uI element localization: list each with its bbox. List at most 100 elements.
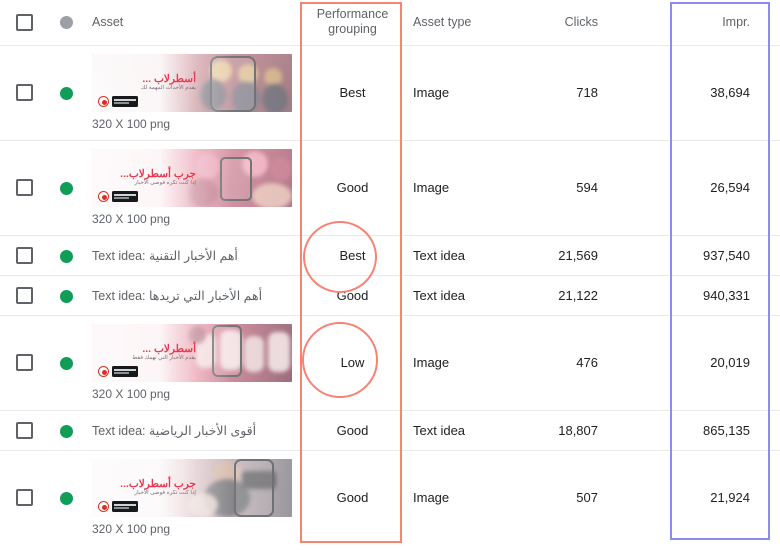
select-all-header: [0, 0, 48, 46]
row-checkbox[interactable]: [15, 84, 33, 102]
header-row: Asset Performance grouping Asset type Cl…: [0, 0, 780, 46]
asset-cell: أسطرلاب ... يقدم الأخبار التي تهمك فقط 3…: [84, 315, 300, 411]
text-idea-value: أهم الأخبار التي تريدها: [149, 288, 263, 303]
performance-grouping-cell: Best: [300, 235, 405, 276]
row-select-cell: [0, 315, 48, 411]
performance-grouping-cell: Good: [300, 410, 405, 451]
assets-table: Asset Performance grouping Asset type Cl…: [0, 0, 780, 545]
text-idea-prefix: Text idea:: [92, 423, 146, 438]
select-all-checkbox[interactable]: [15, 13, 33, 31]
asset-cell: جرب أسطرلاب... إذا كنت تكره فوضى الأخبار…: [84, 140, 300, 236]
asset-type-cell: Text idea: [405, 235, 510, 276]
row-status-cell: [48, 315, 84, 411]
row-select-cell: [0, 45, 48, 141]
asset-thumbnail[interactable]: جرب أسطرلاب... إذا كنت تكره فوضى الأخبار: [92, 459, 292, 518]
status-dot-icon: [59, 182, 73, 196]
column-header-asset-type[interactable]: Asset type: [405, 0, 510, 46]
column-header-asset[interactable]: Asset: [84, 0, 300, 46]
column-header-clicks[interactable]: Clicks: [510, 0, 620, 46]
clicks-cell: 21,122: [510, 275, 620, 316]
table-row[interactable]: Text idea: أقوى الأخبار الرياضية Good Te…: [0, 410, 780, 451]
thumbnail-logo-row: [98, 96, 138, 107]
row-checkbox[interactable]: [15, 286, 33, 304]
brand-logo-icon: [98, 501, 109, 513]
asset-thumbnail[interactable]: أسطرلاب ... يقدم الأخبار التي تهمك فقط: [92, 324, 292, 382]
asset-type-cell: Image: [405, 45, 510, 141]
row-checkbox[interactable]: [15, 246, 33, 264]
brand-logo-icon: [98, 191, 109, 202]
table-row[interactable]: Text idea: أهم الأخبار التقنية Best Text…: [0, 235, 780, 276]
row-checkbox[interactable]: [15, 421, 33, 439]
impressions-cell: 20,019: [620, 315, 780, 411]
asset-dimensions: 320 X 100 png: [92, 387, 171, 401]
table-body: أسطرلاب ... يقدم الأحداث المهمة لك 320 X…: [0, 45, 780, 545]
clicks-cell: 507: [510, 450, 620, 545]
row-status-cell: [48, 235, 84, 276]
status-dot-icon: [59, 424, 73, 438]
clicks-cell: 21,569: [510, 235, 620, 276]
asset-type-cell: Image: [405, 315, 510, 411]
clicks-cell: 594: [510, 140, 620, 236]
row-select-cell: [0, 275, 48, 316]
thumbnail-subline: إذا كنت تكره فوضى الأخبار: [134, 180, 196, 186]
asset-type-cell: Text idea: [405, 410, 510, 451]
perf-header-line2: grouping: [328, 22, 377, 37]
row-status-cell: [48, 140, 84, 236]
impressions-cell: 937,540: [620, 235, 780, 276]
table-row[interactable]: أسطرلاب ... يقدم الأخبار التي تهمك فقط 3…: [0, 315, 780, 411]
status-dot-icon: [59, 16, 73, 30]
clicks-cell: 476: [510, 315, 620, 411]
asset-type-cell: Image: [405, 450, 510, 545]
store-badge-icon: [112, 366, 138, 377]
row-status-cell: [48, 275, 84, 316]
text-idea-label: Text idea: أهم الأخبار التقنية: [84, 248, 300, 263]
asset-dimensions: 320 X 100 png: [92, 212, 171, 226]
perf-header-line1: Performance: [316, 6, 389, 21]
performance-grouping-cell: Good: [300, 450, 405, 545]
thumbnail-headline: جرب أسطرلاب...: [120, 478, 196, 491]
table-row[interactable]: جرب أسطرلاب... إذا كنت تكره فوضى الأخبار…: [0, 450, 780, 545]
column-header-performance-grouping[interactable]: Performance grouping: [300, 0, 405, 46]
row-select-cell: [0, 410, 48, 451]
text-idea-value: أقوى الأخبار الرياضية: [149, 423, 257, 438]
row-select-cell: [0, 140, 48, 236]
row-checkbox[interactable]: [15, 179, 33, 197]
text-idea-label: Text idea: أهم الأخبار التي تريدها: [84, 288, 300, 303]
asset-thumbnail[interactable]: جرب أسطرلاب... إذا كنت تكره فوضى الأخبار: [92, 149, 292, 207]
thumbnail-subline: يقدم الأحداث المهمة لك: [140, 85, 196, 91]
thumbnail-logo-row: [98, 366, 138, 377]
thumbnail-headline: أسطرلاب ...: [142, 73, 196, 85]
thumbnail-headline: جرب أسطرلاب...: [120, 168, 196, 180]
table-row[interactable]: جرب أسطرلاب... إذا كنت تكره فوضى الأخبار…: [0, 140, 780, 236]
table-row[interactable]: أسطرلاب ... يقدم الأحداث المهمة لك 320 X…: [0, 45, 780, 141]
table-row[interactable]: Text idea: أهم الأخبار التي تريدها Good …: [0, 275, 780, 316]
table-header: Asset Performance grouping Asset type Cl…: [0, 0, 780, 46]
status-dot-icon: [59, 249, 73, 263]
assets-table-screen: Asset Performance grouping Asset type Cl…: [0, 0, 780, 550]
status-dot-icon: [59, 492, 73, 506]
impressions-cell: 38,694: [620, 45, 780, 141]
row-select-cell: [0, 450, 48, 545]
asset-cell: Text idea: أقوى الأخبار الرياضية: [84, 410, 300, 451]
thumbnail-logo-row: [98, 501, 138, 513]
performance-grouping-cell: Low: [300, 315, 405, 411]
row-select-cell: [0, 235, 48, 276]
asset-dimensions: 320 X 100 png: [92, 522, 171, 537]
status-dot-icon: [59, 289, 73, 303]
asset-cell: جرب أسطرلاب... إذا كنت تكره فوضى الأخبار…: [84, 450, 300, 545]
clicks-cell: 18,807: [510, 410, 620, 451]
thumbnail-subline: يقدم الأخبار التي تهمك فقط: [132, 355, 196, 361]
asset-thumbnail[interactable]: أسطرلاب ... يقدم الأحداث المهمة لك: [92, 54, 292, 112]
text-idea-prefix: Text idea:: [92, 288, 146, 303]
asset-cell: Text idea: أهم الأخبار التقنية: [84, 235, 300, 276]
row-checkbox[interactable]: [15, 354, 33, 372]
row-checkbox[interactable]: [15, 489, 33, 507]
thumbnail-subline: إذا كنت تكره فوضى الأخبار: [134, 490, 196, 497]
column-header-impressions[interactable]: Impr.: [620, 0, 780, 46]
row-status-cell: [48, 410, 84, 451]
status-dot-icon: [59, 87, 73, 101]
asset-dimensions: 320 X 100 png: [92, 117, 171, 131]
asset-type-cell: Text idea: [405, 275, 510, 316]
status-dot-icon: [59, 357, 73, 371]
asset-cell: Text idea: أهم الأخبار التي تريدها: [84, 275, 300, 316]
